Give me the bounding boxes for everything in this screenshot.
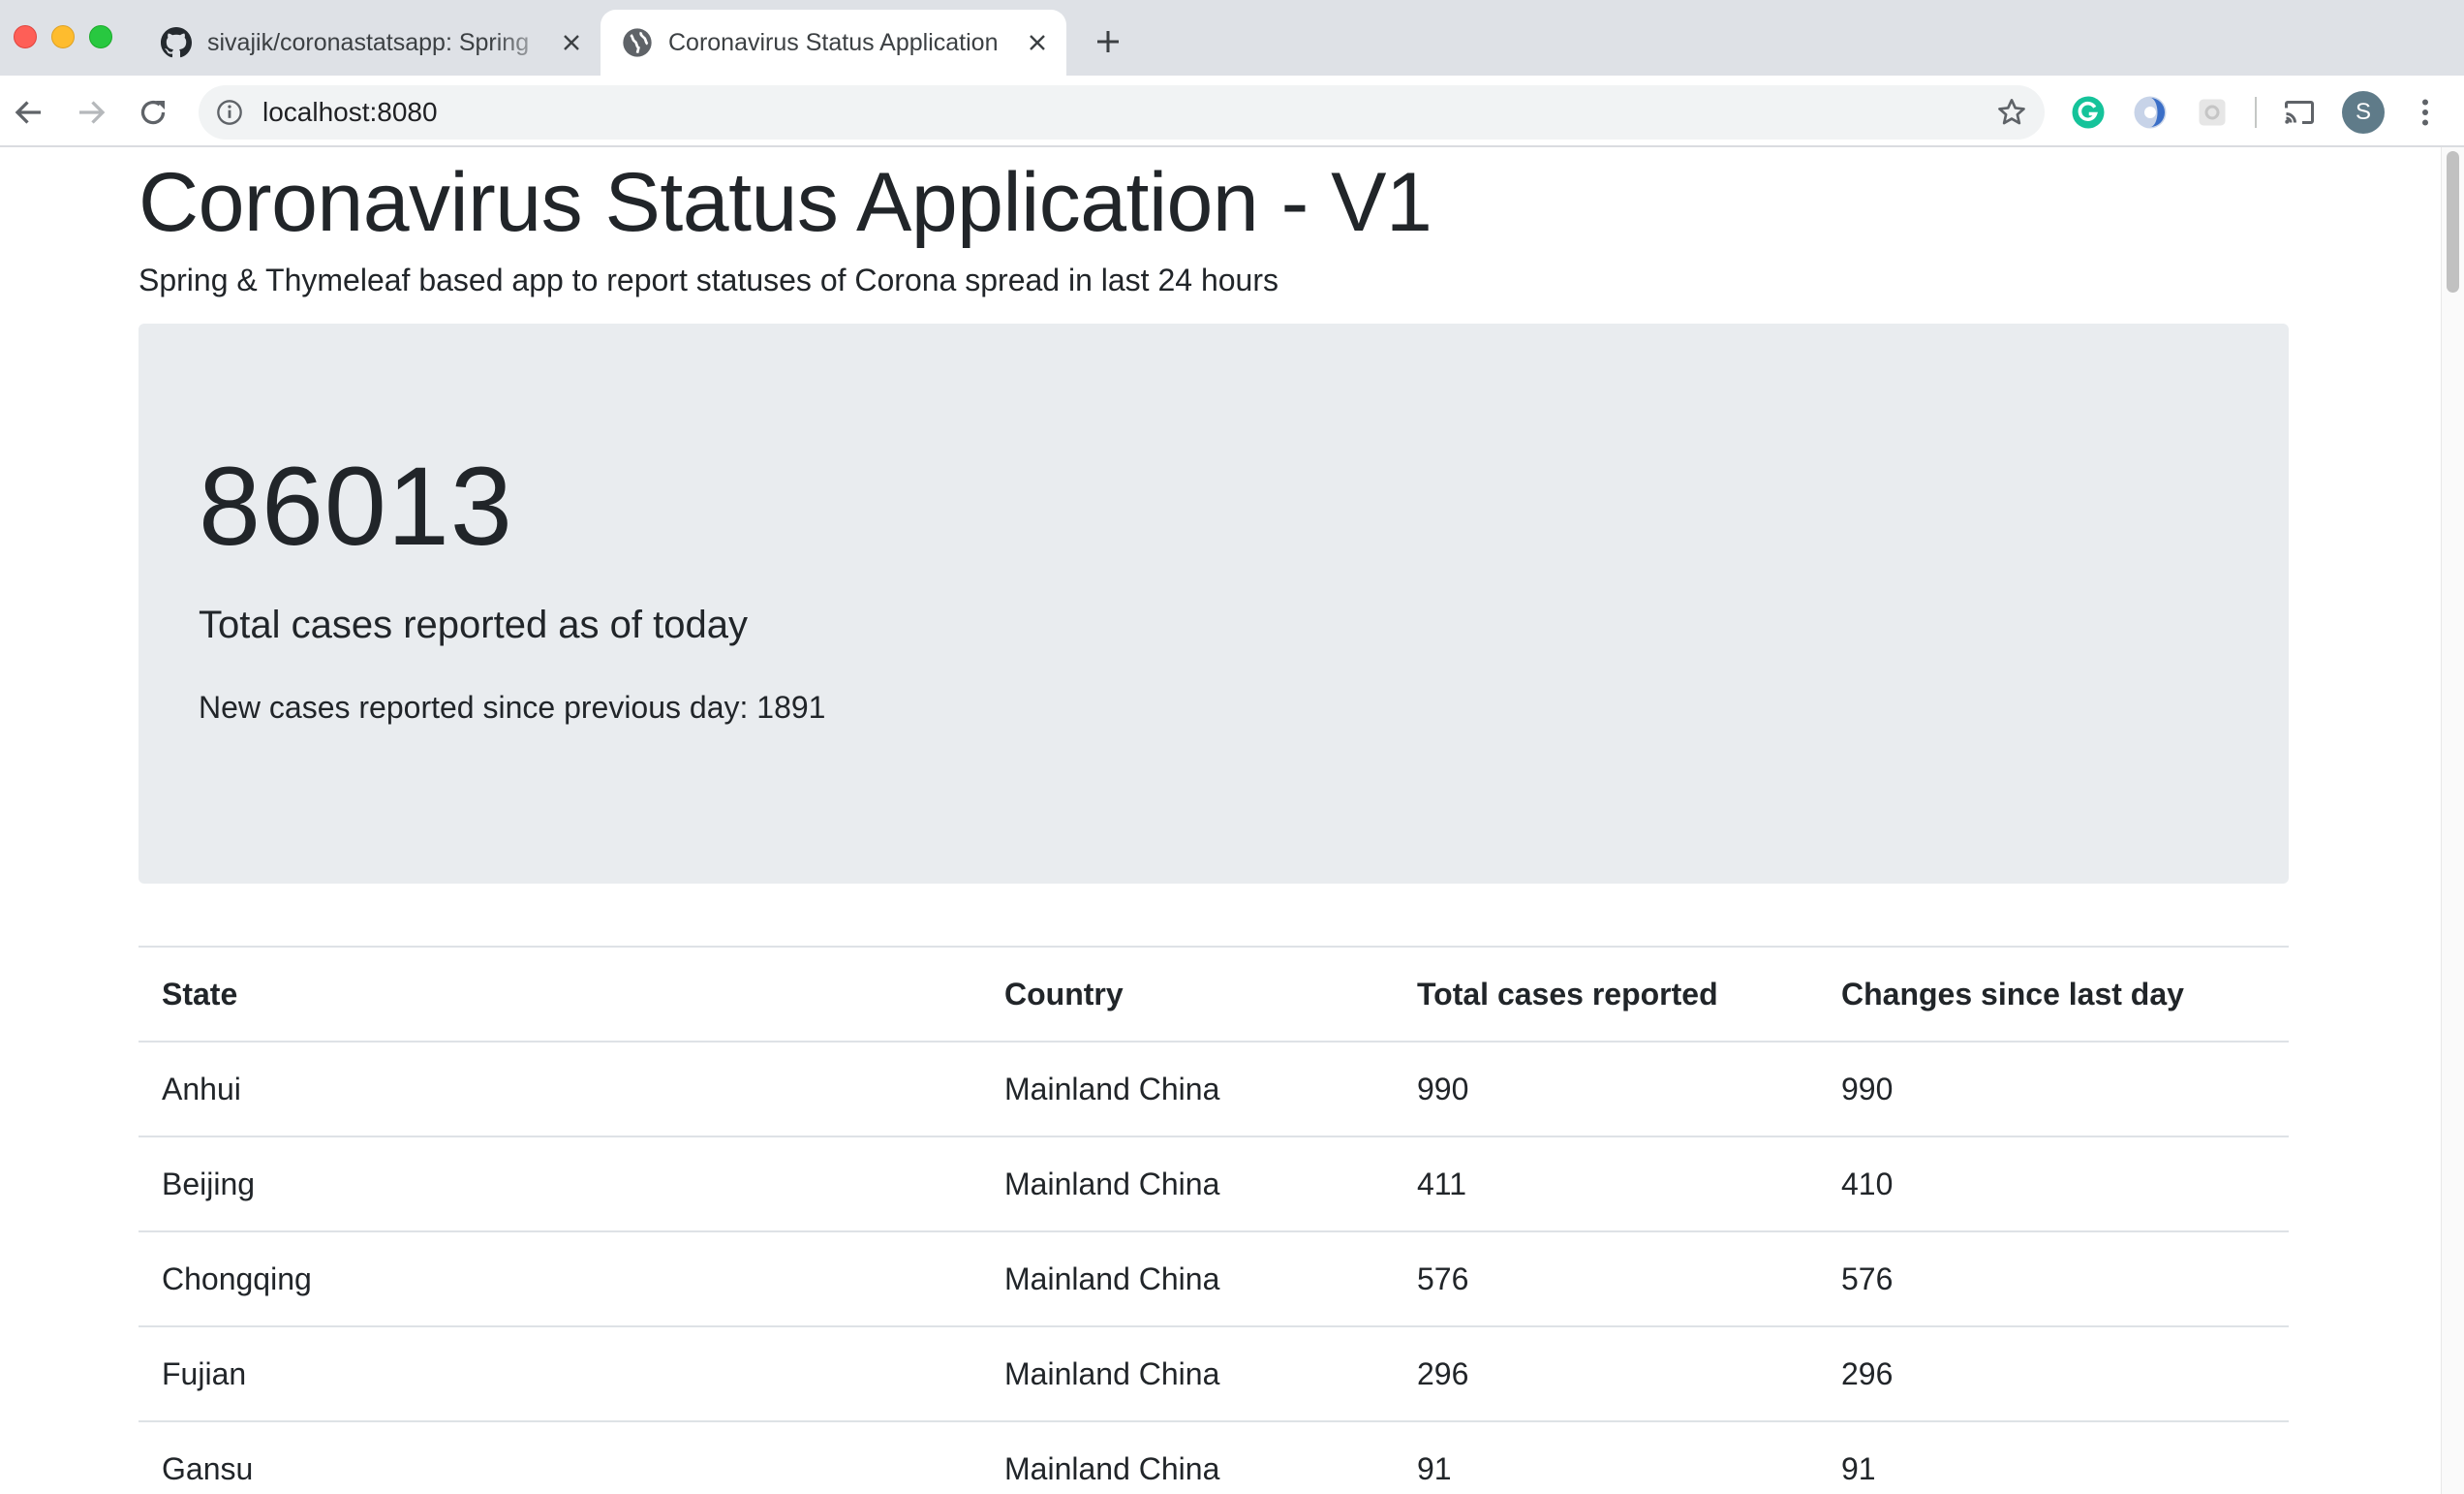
total-cases-count: 86013 (199, 445, 513, 570)
table-row: Gansu Mainland China 91 91 (139, 1420, 2289, 1494)
cell-total: 990 (1394, 1041, 1818, 1137)
cast-icon[interactable] (2282, 95, 2317, 130)
cell-change: 410 (1818, 1136, 2289, 1232)
header-change: Changes since last day (1818, 946, 2289, 1043)
cell-state: Gansu (139, 1420, 981, 1494)
cell-total: 91 (1394, 1420, 1818, 1494)
summary-jumbotron: 86013 Total cases reported as of today N… (139, 324, 2289, 885)
reload-icon[interactable] (136, 95, 170, 130)
bookmark-star-icon[interactable] (1996, 97, 2027, 128)
github-icon (161, 27, 192, 58)
total-cases-label: Total cases reported as of today (199, 604, 748, 647)
window-zoom-button[interactable] (89, 25, 112, 48)
cases-table: State Country Total cases reported Chang… (139, 946, 2289, 1494)
cell-change: 296 (1818, 1325, 2289, 1422)
tab-title: sivajik/coronastatsapp: Spring (207, 28, 530, 56)
table-row: Chongqing Mainland China 576 576 (139, 1230, 2289, 1327)
new-cases-text: New cases reported since previous day: 1… (199, 690, 826, 726)
header-state: State (139, 946, 981, 1043)
window-minimize-button[interactable] (51, 25, 75, 48)
cell-state: Anhui (139, 1041, 981, 1137)
tab-title: Coronavirus Status Application (668, 28, 999, 56)
cell-state: Beijing (139, 1136, 981, 1232)
cell-total: 411 (1394, 1136, 1818, 1232)
cell-state: Fujian (139, 1325, 981, 1422)
page-title: Coronavirus Status Application - V1 (139, 156, 1432, 249)
info-icon[interactable] (216, 99, 243, 126)
cell-country: Mainland China (981, 1136, 1394, 1232)
page-viewport: Coronavirus Status Application - V1 Spri… (0, 147, 2441, 1494)
header-country: Country (981, 946, 1394, 1043)
back-arrow-icon[interactable] (12, 95, 46, 130)
close-icon[interactable] (560, 31, 583, 54)
forward-arrow-icon[interactable] (74, 95, 108, 130)
extension-puzzle-icon[interactable] (2195, 95, 2230, 130)
tab-github[interactable]: sivajik/coronastatsapp: Spring (147, 10, 601, 76)
cell-change: 91 (1818, 1420, 2289, 1494)
table-row: Beijing Mainland China 411 410 (139, 1136, 2289, 1232)
scrollbar-thumb[interactable] (2447, 151, 2459, 293)
grammarly-icon[interactable] (2071, 95, 2106, 130)
address-bar[interactable]: localhost:8080 (199, 85, 2045, 140)
cell-change: 576 (1818, 1230, 2289, 1327)
header-total: Total cases reported (1394, 946, 1818, 1043)
extension-icon[interactable] (2133, 95, 2168, 130)
cell-country: Mainland China (981, 1230, 1394, 1327)
close-icon[interactable] (1026, 31, 1049, 54)
cell-total: 296 (1394, 1325, 1818, 1422)
vertical-scrollbar[interactable] (2441, 147, 2464, 1494)
more-menu-icon[interactable] (2408, 95, 2443, 130)
profile-avatar[interactable]: S (2342, 91, 2385, 134)
toolbar-separator (2255, 97, 2257, 128)
page-subtitle: Spring & Thymeleaf based app to report s… (139, 263, 1278, 298)
cell-country: Mainland China (981, 1325, 1394, 1422)
window-close-button[interactable] (14, 25, 37, 48)
table-row: Anhui Mainland China 990 990 (139, 1041, 2289, 1137)
table-header-row: State Country Total cases reported Chang… (139, 946, 2289, 1043)
tab-strip: sivajik/coronastatsapp: Spring Coronavir… (0, 0, 2464, 76)
main-container: Coronavirus Status Application - V1 Spri… (139, 147, 2289, 1494)
cell-country: Mainland China (981, 1420, 1394, 1494)
browser-toolbar: localhost:8080 S (0, 76, 2464, 147)
new-tab-icon[interactable] (1093, 26, 1124, 57)
table-row: Fujian Mainland China 296 296 (139, 1325, 2289, 1422)
url-text[interactable]: localhost:8080 (262, 97, 438, 128)
tab-coronavirus[interactable]: Coronavirus Status Application (601, 10, 1066, 76)
cell-country: Mainland China (981, 1041, 1394, 1137)
cell-change: 990 (1818, 1041, 2289, 1137)
globe-icon (623, 28, 652, 57)
cell-total: 576 (1394, 1230, 1818, 1327)
cell-state: Chongqing (139, 1230, 981, 1327)
